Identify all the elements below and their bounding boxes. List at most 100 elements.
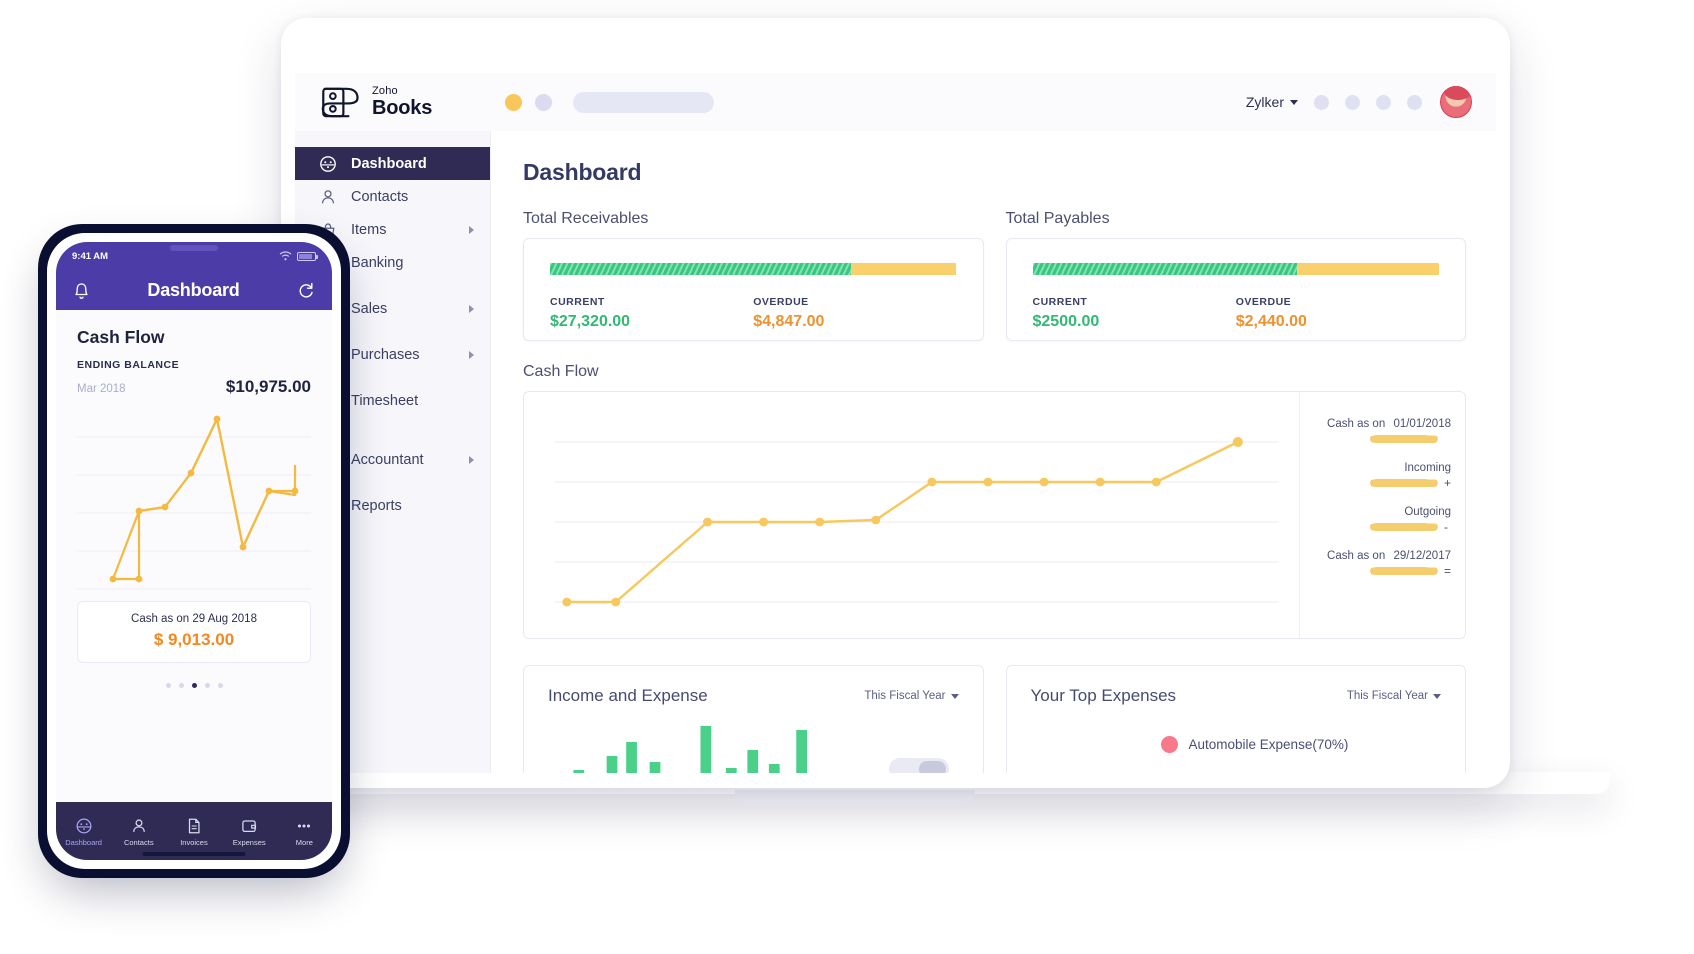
phone-tab-invoices[interactable]: Invoices bbox=[166, 817, 221, 847]
payables-overdue-segment bbox=[1297, 263, 1439, 275]
legend-title-text: Incoming bbox=[1404, 462, 1451, 474]
top-expenses-title: Your Top Expenses bbox=[1031, 686, 1177, 706]
sidebar-item-label: Dashboard bbox=[351, 156, 427, 172]
legend-date-text: 29/12/2017 bbox=[1393, 550, 1451, 562]
cash-flow-card[interactable]: Cash as on 01/01/2018 Incom bbox=[523, 391, 1466, 639]
phone-cash-as-on-label: Cash as on 29 Aug 2018 bbox=[78, 613, 310, 625]
receivables-overdue-label: OVERDUE bbox=[753, 296, 956, 308]
window-dot-lavender[interactable] bbox=[535, 94, 552, 111]
sidebar-item-contacts[interactable]: Contacts bbox=[295, 180, 490, 213]
bell-icon[interactable] bbox=[73, 281, 90, 300]
payables-current-segment bbox=[1033, 263, 1297, 275]
legend-entry: Incoming + bbox=[1300, 462, 1451, 488]
legend-sign: - bbox=[1444, 520, 1451, 534]
income-expense-card[interactable]: Income and Expense This Fiscal Year bbox=[523, 665, 984, 773]
legend-value-row: - bbox=[1300, 521, 1451, 532]
legend-sign: + bbox=[1444, 476, 1451, 490]
legend-title: Incoming bbox=[1300, 462, 1451, 474]
phone-tab-more[interactable]: More bbox=[277, 817, 332, 847]
receivables-overdue-segment bbox=[851, 263, 957, 275]
pager-dot[interactable] bbox=[218, 683, 223, 688]
payables-overdue-value: $2,440.00 bbox=[1236, 313, 1439, 331]
redacted-value bbox=[1370, 523, 1438, 531]
redacted-value bbox=[1370, 479, 1438, 487]
page-title: Dashboard bbox=[523, 159, 1466, 186]
sidebar-item-label: Banking bbox=[351, 255, 403, 271]
payables-current-label: CURRENT bbox=[1033, 296, 1236, 308]
legend-title: Cash as on 29/12/2017 bbox=[1300, 550, 1451, 562]
address-bar[interactable] bbox=[573, 92, 714, 113]
toolbar-icon-1[interactable] bbox=[1314, 95, 1329, 110]
logo-zoho-text: Zoho bbox=[372, 86, 432, 97]
legend-title-text: Cash as on bbox=[1327, 418, 1385, 430]
cash-flow-section: Cash Flow bbox=[523, 363, 1466, 639]
phone-nav-bar: Dashboard bbox=[56, 270, 332, 310]
phone-screen: 9:41 AM Dashboard bbox=[56, 242, 332, 860]
legend-value-row: + bbox=[1300, 477, 1451, 488]
income-expense-toggle[interactable] bbox=[889, 758, 949, 773]
top-expenses-period-filter[interactable]: This Fiscal Year bbox=[1347, 690, 1441, 702]
income-expense-period-filter[interactable]: This Fiscal Year bbox=[864, 690, 958, 702]
phone-ending-balance-amount: $10,975.00 bbox=[226, 377, 311, 397]
legend-title: Cash as on 01/01/2018 bbox=[1300, 418, 1451, 430]
toolbar-icon-3[interactable] bbox=[1376, 95, 1391, 110]
pager-dot[interactable] bbox=[205, 683, 210, 688]
phone-tab-dashboard[interactable]: Dashboard bbox=[56, 817, 111, 847]
cash-flow-legend: Cash as on 01/01/2018 Incom bbox=[1299, 392, 1465, 638]
legend-color-swatch bbox=[1161, 736, 1178, 753]
status-time: 9:41 AM bbox=[72, 251, 108, 262]
org-switcher[interactable]: Zylker bbox=[1246, 94, 1298, 110]
legend-date-text: 01/01/2018 bbox=[1393, 418, 1451, 430]
chevron-right-icon bbox=[469, 456, 474, 464]
phone-page-title: Dashboard bbox=[147, 280, 239, 301]
legend-title-text: Cash as on bbox=[1327, 550, 1385, 562]
battery-icon bbox=[297, 252, 316, 261]
total-receivables-card[interactable]: CURRENT $27,320.00 OVERDUE $4,847.00 bbox=[523, 238, 984, 341]
dashboard-icon bbox=[319, 155, 337, 173]
payables-current: CURRENT $2500.00 bbox=[1033, 296, 1236, 331]
toolbar-icon-2[interactable] bbox=[1345, 95, 1360, 110]
avatar[interactable] bbox=[1438, 84, 1474, 120]
phone-cash-summary-card[interactable]: Cash as on 29 Aug 2018 $ 9,013.00 bbox=[77, 601, 311, 663]
pager-dot[interactable] bbox=[179, 683, 184, 688]
income-expense-title: Income and Expense bbox=[548, 686, 708, 706]
legend-entry: Outgoing - bbox=[1300, 506, 1451, 532]
redacted-value bbox=[1370, 435, 1438, 443]
legend-label: Automobile Expense(70%) bbox=[1189, 737, 1349, 752]
phone-tab-contacts[interactable]: Contacts bbox=[111, 817, 166, 847]
top-expenses-pie-chart bbox=[1031, 754, 1231, 773]
top-expenses-card[interactable]: Your Top Expenses This Fiscal Year bbox=[1006, 665, 1467, 773]
window-controls[interactable] bbox=[505, 94, 552, 111]
pager-dot[interactable] bbox=[166, 683, 171, 688]
chrome-right-cluster: Zylker bbox=[1246, 84, 1496, 120]
sidebar-item-label: Reports bbox=[351, 498, 402, 514]
pager-dot-active[interactable] bbox=[192, 683, 197, 688]
phone-pager-dots[interactable] bbox=[77, 683, 311, 688]
legend-entry: Cash as on 01/01/2018 bbox=[1300, 418, 1451, 444]
contacts-icon bbox=[319, 188, 337, 206]
wallet-icon bbox=[240, 817, 258, 835]
top-expenses-legend: Automobile Expense(70%) bbox=[1161, 736, 1442, 753]
refresh-icon[interactable] bbox=[297, 281, 315, 300]
chevron-right-icon bbox=[469, 351, 474, 359]
wifi-icon bbox=[279, 251, 292, 261]
receivables-progress-bar bbox=[550, 263, 957, 275]
total-receivables-label: Total Receivables bbox=[523, 210, 984, 228]
phone-line-chart bbox=[77, 407, 311, 595]
chevron-down-icon bbox=[1290, 100, 1298, 105]
laptop-mockup: Zoho Books Zylker bbox=[281, 18, 1510, 788]
logo-books-text: Books bbox=[372, 98, 432, 118]
total-payables-label: Total Payables bbox=[1006, 210, 1467, 228]
zoho-books-logo[interactable]: Zoho Books bbox=[295, 86, 490, 119]
phone-tab-label: Expenses bbox=[233, 838, 266, 847]
laptop-screen: Zoho Books Zylker bbox=[295, 73, 1496, 773]
dashboard-icon bbox=[75, 817, 93, 835]
sidebar-item-dashboard[interactable]: Dashboard bbox=[295, 147, 490, 180]
window-dot-amber[interactable] bbox=[505, 94, 522, 111]
payables-progress-bar bbox=[1033, 263, 1440, 275]
chevron-down-icon bbox=[951, 694, 959, 699]
total-payables-card[interactable]: CURRENT $2500.00 OVERDUE $2,440.00 bbox=[1006, 238, 1467, 341]
phone-tab-label: Invoices bbox=[180, 838, 208, 847]
phone-tab-expenses[interactable]: Expenses bbox=[222, 817, 277, 847]
toolbar-icon-4[interactable] bbox=[1407, 95, 1422, 110]
